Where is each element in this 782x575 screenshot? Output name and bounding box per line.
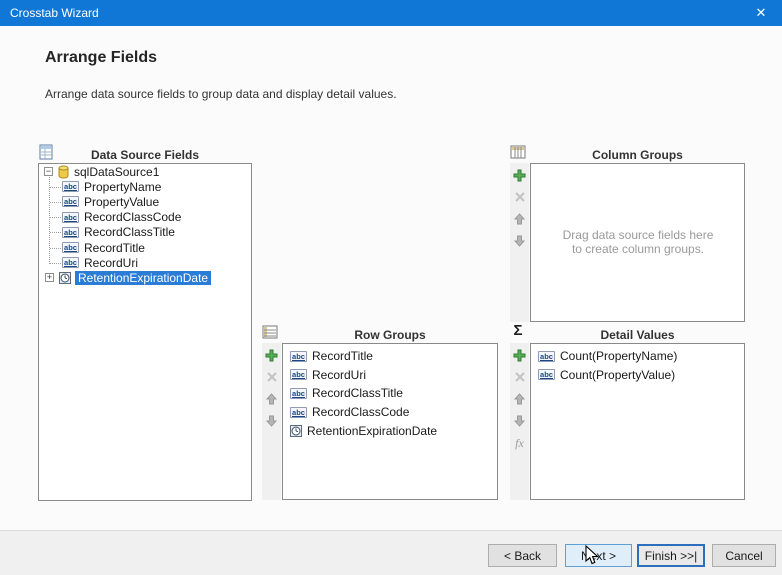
remove-detail-value-button[interactable] [512,370,527,384]
field-row-selected[interactable]: + RetentionExpirationDate [39,270,251,285]
move-down-row-group-button[interactable] [264,414,279,428]
row-group-label: RetentionExpirationDate [307,424,437,438]
detail-value-item[interactable]: abc Count(PropertyName) [531,347,744,366]
data-source-fields-title: Data Source Fields [38,148,252,162]
field-label: RecordTitle [84,241,145,255]
datetime-field-icon [59,272,71,284]
text-field-icon: abc [62,242,79,253]
detail-values-list: abc Count(PropertyName) abc Count(Proper… [531,344,744,384]
database-icon [57,165,70,179]
expression-fx-button[interactable]: fx [512,436,527,450]
text-field-icon: abc [62,257,79,268]
datetime-field-icon [290,425,302,437]
text-field-icon: abc [62,181,79,192]
cancel-button[interactable]: Cancel [712,544,776,567]
field-label: RecordClassTitle [84,225,175,239]
collapse-expander-icon[interactable]: − [44,167,53,176]
text-field-icon: abc [290,351,307,362]
add-detail-value-button[interactable] [512,348,527,362]
text-field-icon: abc [290,369,307,380]
detail-value-label: Count(PropertyValue) [560,368,675,382]
data-source-fields-tree: − sqlDataSource1 abc PropertyName abc Pr… [39,164,251,286]
finish-button[interactable]: Finish >>| [637,544,705,567]
close-icon[interactable]: ✕ [740,0,782,26]
text-field-icon: abc [538,369,555,380]
row-group-item[interactable]: abc RecordClassCode [283,403,497,422]
text-field-icon: abc [62,212,79,223]
field-row[interactable]: abc RecordClassTitle [39,225,251,240]
remove-row-group-button[interactable] [264,370,279,384]
field-row[interactable]: abc PropertyName [39,179,251,194]
column-groups-placeholder: Drag data source fields here to create c… [531,163,745,321]
field-row[interactable]: abc PropertyValue [39,194,251,209]
move-up-row-group-button[interactable] [264,392,279,406]
page-subtitle: Arrange data source fields to group data… [45,87,397,101]
move-up-column-group-button[interactable] [512,212,527,226]
datasource-label: sqlDataSource1 [74,165,159,179]
mouse-cursor-icon [585,545,601,567]
column-groups-toolbar [510,163,529,322]
row-group-label: RecordTitle [312,349,373,363]
column-groups-icon [510,144,526,160]
row-groups-toolbar [262,343,281,500]
column-groups-title: Column Groups [530,148,745,162]
text-field-icon: abc [62,196,79,207]
row-group-label: RecordClassTitle [312,386,403,400]
text-field-icon: abc [290,407,307,418]
row-group-item[interactable]: abc RecordClassTitle [283,384,497,403]
row-group-item[interactable]: abc RecordUri [283,366,497,385]
back-button[interactable]: < Back [488,544,557,567]
row-groups-title: Row Groups [282,328,498,342]
text-field-icon: abc [62,227,79,238]
field-label: RecordClassCode [84,210,181,224]
text-field-icon: abc [538,351,555,362]
crosstab-wizard-dialog: Crosstab Wizard ✕ Arrange Fields Arrange… [0,0,782,575]
row-groups-icon [262,324,278,340]
sigma-icon: Σ [510,323,526,339]
add-row-group-button[interactable] [264,348,279,362]
row-group-item[interactable]: abc RecordTitle [283,347,497,366]
remove-column-group-button[interactable] [512,190,527,204]
detail-value-label: Count(PropertyName) [560,349,677,363]
row-group-label: RecordClassCode [312,405,409,419]
detail-values-title: Detail Values [530,328,745,342]
text-field-icon: abc [290,388,307,399]
move-up-detail-value-button[interactable] [512,392,527,406]
page-title: Arrange Fields [45,49,157,67]
move-down-detail-value-button[interactable] [512,414,527,428]
field-label-selected: RetentionExpirationDate [75,271,211,285]
move-down-column-group-button[interactable] [512,234,527,248]
field-row[interactable]: abc RecordClassCode [39,210,251,225]
field-label: PropertyValue [84,195,159,209]
row-group-item[interactable]: RetentionExpirationDate [283,421,497,440]
tree-root-row[interactable]: − sqlDataSource1 [39,164,251,179]
detail-values-toolbar: fx [510,343,529,500]
window-title: Crosstab Wizard [0,6,99,20]
field-label: PropertyName [84,180,161,194]
row-group-label: RecordUri [312,368,366,382]
detail-value-item[interactable]: abc Count(PropertyValue) [531,366,744,385]
row-groups-list: abc RecordTitle abc RecordUri abc Record… [283,344,497,440]
add-column-group-button[interactable] [512,168,527,182]
titlebar: Crosstab Wizard ✕ [0,0,782,26]
field-row[interactable]: abc RecordTitle [39,240,251,255]
field-label: RecordUri [84,256,138,270]
field-row[interactable]: abc RecordUri [39,255,251,270]
expand-expander-icon[interactable]: + [45,273,54,282]
